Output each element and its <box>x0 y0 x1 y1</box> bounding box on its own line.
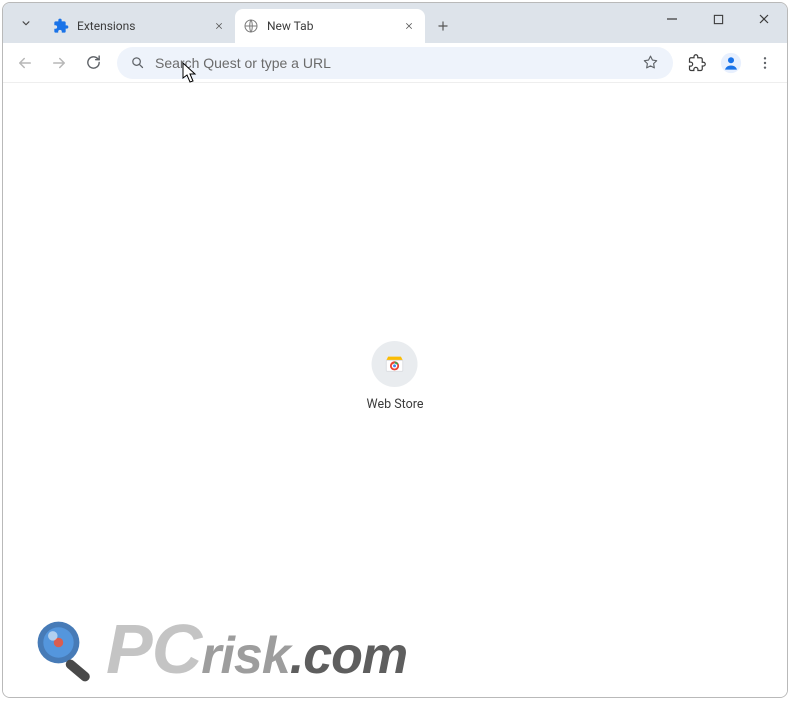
kebab-icon <box>757 55 773 71</box>
arrow-left-icon <box>16 54 34 72</box>
minimize-icon <box>666 13 678 25</box>
shortcut-label: Web Store <box>367 397 424 412</box>
close-icon <box>758 13 770 25</box>
window-controls <box>649 3 787 43</box>
tab-extensions[interactable]: Extensions <box>45 9 235 43</box>
browser-window: Extensions New Tab <box>2 2 788 698</box>
toolbar <box>3 43 787 83</box>
address-input[interactable] <box>155 55 629 71</box>
close-icon[interactable] <box>211 18 227 34</box>
menu-button[interactable] <box>749 47 781 79</box>
close-window-button[interactable] <box>741 3 787 35</box>
profile-button[interactable] <box>715 47 747 79</box>
reload-button[interactable] <box>77 47 109 79</box>
puzzle-icon <box>53 18 69 34</box>
back-button[interactable] <box>9 47 41 79</box>
web-store-icon <box>384 353 406 375</box>
forward-button[interactable] <box>43 47 75 79</box>
tab-strip: Extensions New Tab <box>3 3 787 43</box>
avatar-icon <box>720 52 742 74</box>
maximize-icon <box>713 14 724 25</box>
maximize-button[interactable] <box>695 3 741 35</box>
puzzle-icon <box>688 54 706 72</box>
shortcut-tile <box>372 341 418 387</box>
arrow-right-icon <box>50 54 68 72</box>
bookmark-button[interactable] <box>639 52 661 74</box>
star-icon <box>642 54 659 71</box>
search-tabs-button[interactable] <box>11 8 41 38</box>
address-bar[interactable] <box>117 47 673 79</box>
tab-title: Extensions <box>77 19 203 33</box>
minimize-button[interactable] <box>649 3 695 35</box>
globe-icon <box>243 18 259 34</box>
chevron-down-icon <box>19 16 33 30</box>
shortcut-web-store[interactable]: Web Store <box>367 341 424 412</box>
reload-icon <box>85 54 102 71</box>
page-content: Web Store <box>3 83 787 697</box>
extensions-button[interactable] <box>681 47 713 79</box>
close-icon[interactable] <box>401 18 417 34</box>
new-tab-button[interactable] <box>429 12 457 40</box>
tab-new-tab[interactable]: New Tab <box>235 9 425 43</box>
search-icon <box>129 55 145 71</box>
tab-title: New Tab <box>267 19 393 33</box>
plus-icon <box>436 19 450 33</box>
